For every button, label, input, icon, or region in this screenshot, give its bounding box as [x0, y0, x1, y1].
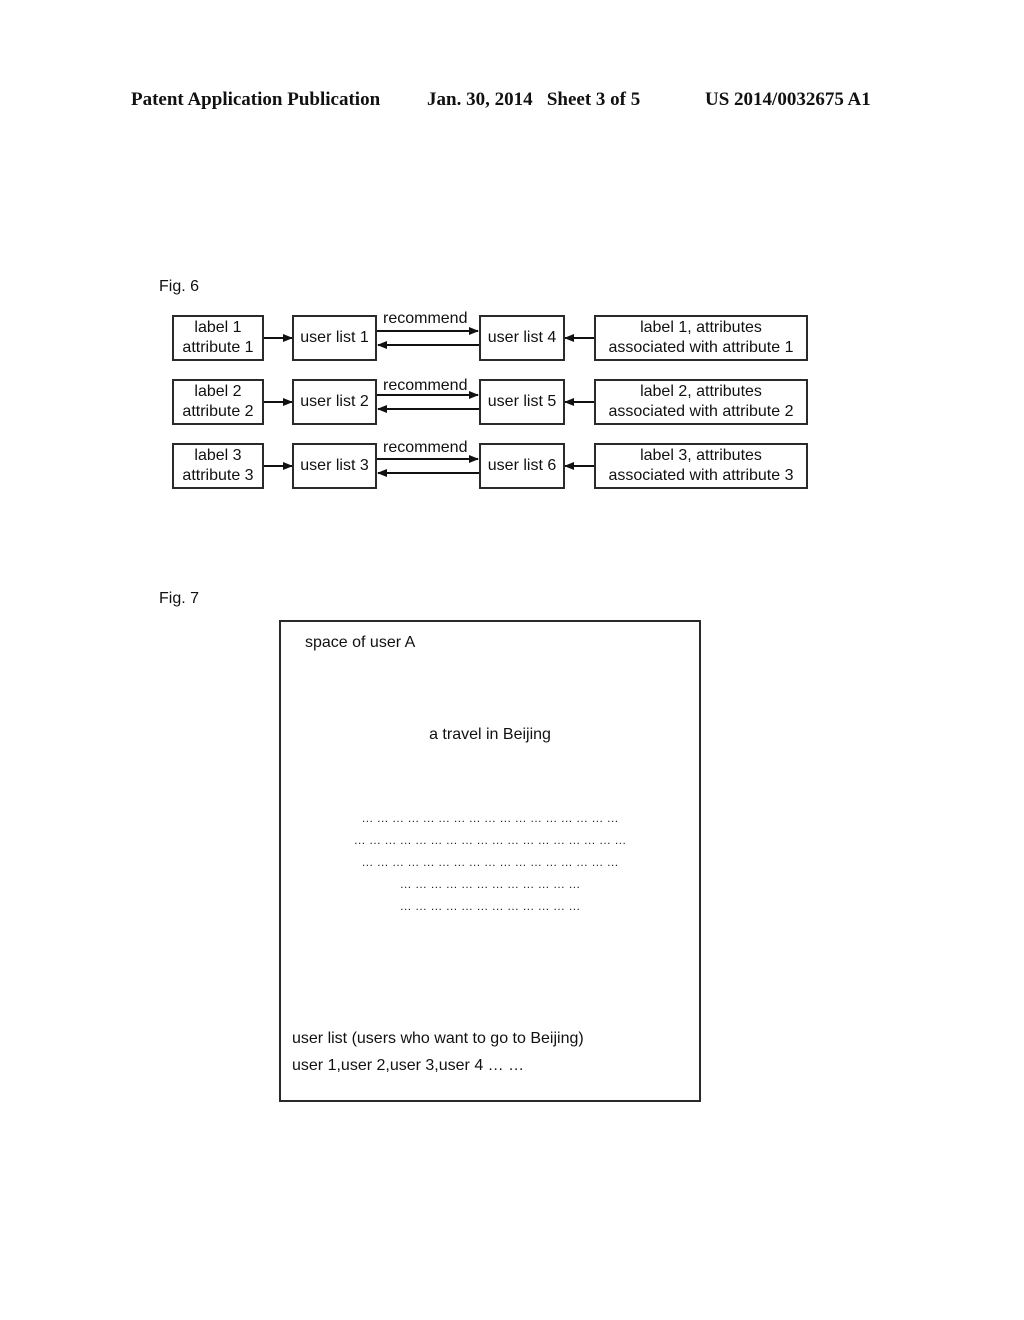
placeholder-line-1: … … … … … … … … … … … … … … … … …	[361, 811, 619, 825]
user-list-values: user 1,user 2,user 3,user 4 … …	[292, 1057, 525, 1074]
placeholder-line-4: … … … … … … … … … … … …	[399, 877, 581, 891]
source-attribute: attribute 2	[182, 403, 254, 420]
user-list-label: user list 5	[487, 393, 557, 410]
user-list-label: user list 2	[300, 393, 369, 410]
source-attribute: attribute 3	[182, 467, 254, 484]
recommend-label: recommend	[383, 377, 468, 394]
source-label: label 2	[194, 383, 242, 400]
source-box-1: label 1 attribute 1	[172, 315, 264, 361]
user-space-frame: space of user A a travel in Beijing … … …	[279, 620, 701, 1102]
source-attribute: attribute 1	[182, 339, 254, 356]
target-attributes: associated with attribute 2	[608, 403, 794, 420]
target-box-3: label 3, attributes associated with attr…	[594, 443, 808, 489]
post-title: a travel in Beijing	[429, 726, 551, 743]
target-label: label 2, attributes	[640, 383, 762, 400]
source-box-3: label 3 attribute 3	[172, 443, 264, 489]
user-list-box-4: user list 4	[479, 315, 565, 361]
target-box-2: label 2, attributes associated with attr…	[594, 379, 808, 425]
recommend-label: recommend	[383, 310, 468, 327]
target-box-1: label 1, attributes associated with attr…	[594, 315, 808, 361]
fig7-label: Fig. 7	[159, 590, 200, 607]
user-list-heading: user list (users who want to go to Beiji…	[292, 1030, 584, 1047]
space-title: space of user A	[305, 634, 416, 651]
fig6-arrows	[264, 327, 594, 477]
user-list-box-6: user list 6	[479, 443, 565, 489]
target-attributes: associated with attribute 3	[608, 467, 794, 484]
target-label: label 3, attributes	[640, 447, 762, 464]
placeholder-line-2: … … … … … … … … … … … … … … … … … …	[353, 833, 627, 847]
source-label: label 3	[194, 447, 242, 464]
user-list-box-3: user list 3	[292, 443, 377, 489]
source-box-2: label 2 attribute 2	[172, 379, 264, 425]
recommend-label: recommend	[383, 439, 468, 456]
placeholder-line-5: … … … … … … … … … … … …	[399, 899, 581, 913]
user-list-label: user list 4	[487, 329, 557, 346]
user-list-label: user list 1	[300, 329, 369, 346]
user-list-box-5: user list 5	[479, 379, 565, 425]
target-attributes: associated with attribute 1	[608, 339, 794, 356]
user-list-box-2: user list 2	[292, 379, 377, 425]
source-label: label 1	[194, 319, 242, 336]
placeholder-line-3: … … … … … … … … … … … … … … … … …	[361, 855, 619, 869]
target-label: label 1, attributes	[640, 319, 762, 336]
user-list-label: user list 6	[487, 457, 557, 474]
user-list-box-1: user list 1	[292, 315, 377, 361]
user-list-label: user list 3	[300, 457, 369, 474]
